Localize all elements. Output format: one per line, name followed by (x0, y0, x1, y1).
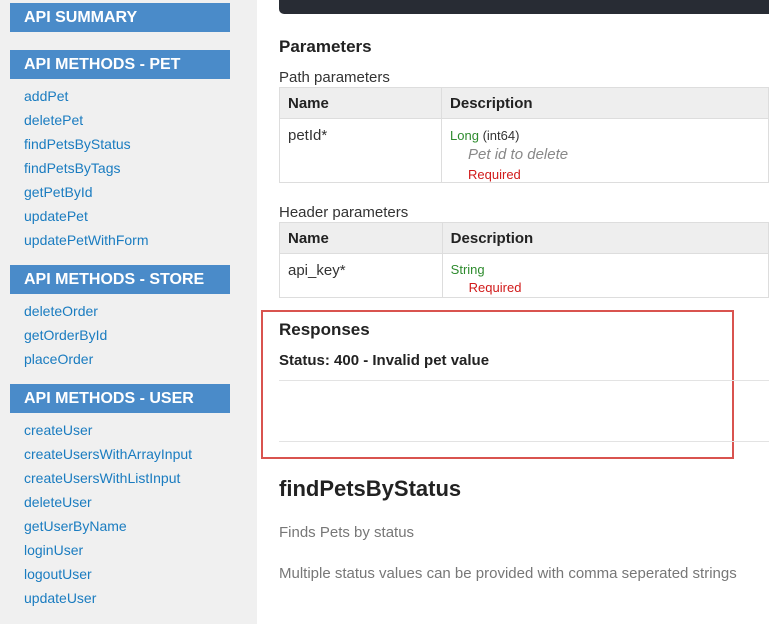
sidebar-pet-list: addPet deletePet findPetsByStatus findPe… (24, 84, 149, 252)
sidebar-store-list: deleteOrder getOrderById placeOrder (24, 299, 107, 371)
responses-title: Responses (279, 320, 370, 339)
sidebar-item-deleteuser[interactable]: deleteUser (24, 490, 192, 514)
required-label: Required (468, 167, 521, 182)
sidebar-item-updateuser[interactable]: updateUser (24, 586, 192, 610)
table-header-row: Name Description (279, 222, 769, 254)
method-title: findPetsByStatus (279, 476, 462, 501)
sidebar-item-updatepet[interactable]: updatePet (24, 204, 149, 228)
param-type-line: Long (int64) (450, 127, 760, 144)
sidebar-item-getpetbyid[interactable]: getPetById (24, 180, 149, 204)
param-description: Pet id to delete (468, 146, 569, 163)
sidebar-item-getorderbyid[interactable]: getOrderById (24, 323, 107, 347)
path-parameters-title: Path parameters (279, 69, 390, 86)
param-description-cell: String Required (441, 253, 769, 298)
sidebar-item-findpetsbytags[interactable]: findPetsByTags (24, 156, 149, 180)
column-header-description: Description (441, 87, 769, 119)
sidebar-item-placeorder[interactable]: placeOrder (24, 347, 107, 371)
sidebar-header-api-summary[interactable]: API SUMMARY (10, 3, 230, 32)
header-parameters-title: Header parameters (279, 204, 409, 221)
sidebar-item-logoutuser[interactable]: logoutUser (24, 562, 192, 586)
sidebar-item-createuserswitharrayinput[interactable]: createUsersWithArrayInput (24, 442, 192, 466)
divider (279, 380, 769, 381)
sidebar-item-createuser[interactable]: createUser (24, 418, 192, 442)
param-name: petId* (278, 118, 443, 183)
param-type-format: (int64) (478, 128, 520, 143)
sidebar: API SUMMARY API METHODS - PET addPet del… (0, 0, 257, 624)
sidebar-item-updatepetwithform[interactable]: updatePetWithForm (24, 228, 149, 252)
sidebar-item-loginuser[interactable]: loginUser (24, 538, 192, 562)
sidebar-item-addpet[interactable]: addPet (24, 84, 149, 108)
method-description: Multiple status values can be provided w… (279, 565, 737, 582)
method-summary: Finds Pets by status (279, 524, 415, 541)
param-description-cell: Long (int64) Pet id to delete Required (441, 118, 769, 183)
required-label: Required (468, 280, 522, 295)
sidebar-item-deleteorder[interactable]: deleteOrder (24, 299, 107, 323)
param-type: String (450, 262, 485, 277)
sidebar-header-user[interactable]: API METHODS - USER (10, 384, 230, 413)
sidebar-user-list: createUser createUsersWithArrayInput cre… (24, 418, 192, 610)
sidebar-header-store[interactable]: API METHODS - STORE (10, 265, 230, 294)
column-header-description: Description (441, 222, 769, 254)
sidebar-item-findpetsbystatus[interactable]: findPetsByStatus (24, 132, 149, 156)
table-row: petId* Long (int64) Pet id to delete Req… (278, 118, 769, 183)
sidebar-item-getuserbyname[interactable]: getUserByName (24, 514, 192, 538)
sidebar-item-createuserswithlistinput[interactable]: createUsersWithListInput (24, 466, 192, 490)
divider (279, 441, 769, 442)
response-status: Status: 400 - Invalid pet value (279, 352, 490, 369)
param-name: api_key* (279, 253, 443, 298)
path-parameters-table: Name Description petId* Long (int64) Pet… (278, 87, 769, 183)
table-header-row: Name Description (278, 87, 769, 119)
table-row: api_key* String Required (279, 253, 769, 298)
column-header-name: Name (278, 87, 443, 119)
parameters-title: Parameters (279, 37, 372, 56)
header-parameters-table: Name Description api_key* String Require… (279, 222, 769, 298)
code-block-bottom (279, 0, 769, 14)
param-type: Long (450, 128, 479, 143)
column-header-name: Name (279, 222, 443, 254)
sidebar-header-pet[interactable]: API METHODS - PET (10, 50, 230, 79)
sidebar-item-deletepet[interactable]: deletePet (24, 108, 149, 132)
